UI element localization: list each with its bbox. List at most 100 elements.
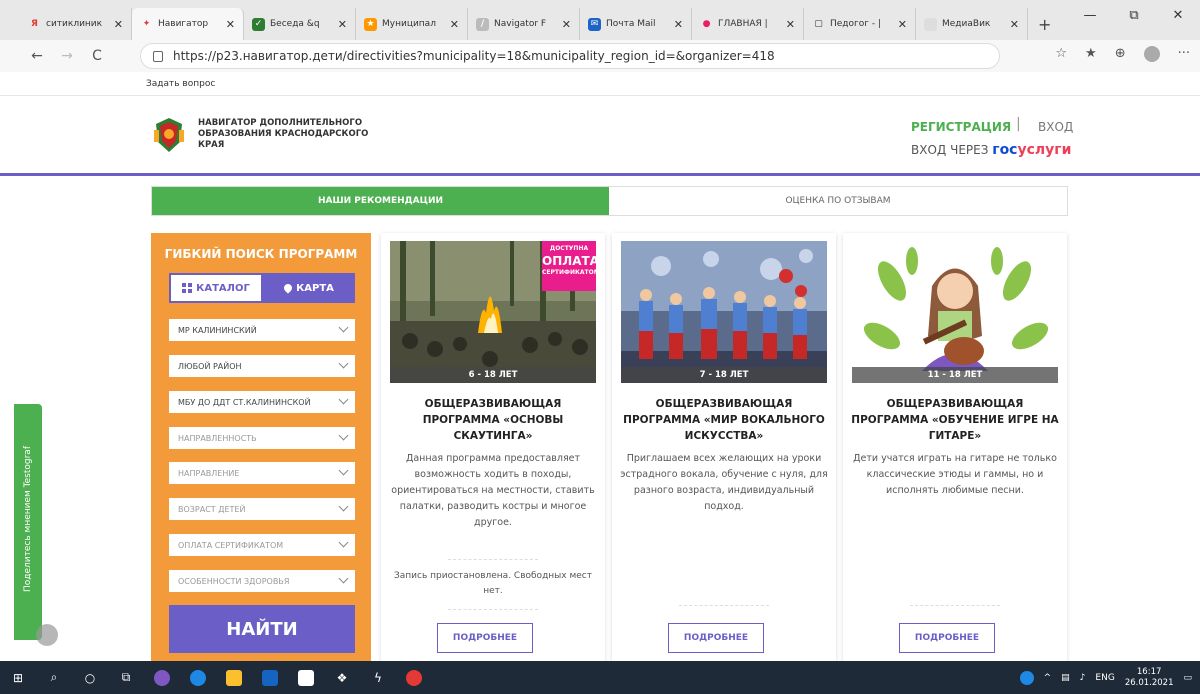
organizer-select[interactable]: МБУ ДО ДДТ СТ.КАЛИНИНСКОЙ xyxy=(169,391,355,413)
focus-select[interactable]: НАПРАВЛЕННОСТЬ xyxy=(169,427,355,449)
minimize-button[interactable]: — xyxy=(1068,8,1112,23)
maximize-button[interactable]: ⧉ xyxy=(1112,8,1156,23)
edge-icon[interactable] xyxy=(180,661,216,694)
map-pin-icon xyxy=(282,282,294,294)
yandex-icon[interactable] xyxy=(396,661,432,694)
task-view-icon[interactable]: ⧉ xyxy=(108,661,144,694)
lightning-icon[interactable]: ϟ xyxy=(360,661,396,694)
browser-tab[interactable]: / Navigator F ✕ xyxy=(468,8,580,40)
browser-tab[interactable]: ★ Муниципал ✕ xyxy=(356,8,468,40)
help-icon[interactable] xyxy=(1019,670,1034,685)
tab-recommendations[interactable]: НАШИ РЕКОМЕНДАЦИИ xyxy=(152,187,609,215)
divider xyxy=(910,605,1000,609)
browser-tab[interactable]: ▢ Педогог - | ✕ xyxy=(804,8,916,40)
clock[interactable]: 16:17 26.01.2021 xyxy=(1125,667,1174,689)
cortana-icon[interactable]: ○ xyxy=(72,661,108,694)
program-description: Данная программа предоставляет возможнос… xyxy=(391,453,595,528)
address-bar: ← → C https://p23.навигатор.дети/directi… xyxy=(0,40,1200,72)
find-button[interactable]: НАЙТИ xyxy=(169,605,355,653)
details-button[interactable]: ПОДРОБНЕЕ xyxy=(437,623,533,653)
read-aloud-icon[interactable]: ☆ xyxy=(1055,46,1067,62)
details-button[interactable]: ПОДРОБНЕЕ xyxy=(899,623,995,653)
new-tab-button[interactable]: + xyxy=(1028,8,1061,40)
separator: | xyxy=(1016,116,1021,132)
program-card: 11 - 18 ЛЕТ ОБЩЕРАЗВИВАЮЩАЯ ПРОГРАММА «О… xyxy=(843,233,1067,661)
close-icon[interactable]: ✕ xyxy=(226,18,235,31)
lock-icon xyxy=(153,50,163,62)
collections-icon[interactable]: ⊕ xyxy=(1115,46,1126,62)
chevron-down-icon xyxy=(338,430,349,441)
program-card: 7 - 18 ЛЕТ ОБЩЕРАЗВИВАЮЩАЯ ПРОГРАММА «МИ… xyxy=(612,233,836,661)
windows-start-icon[interactable]: ⊞ xyxy=(0,661,36,694)
site-brand[interactable]: НАВИГАТОР ДОПОЛНИТЕЛЬНОГО ОБРАЗОВАНИЯ КР… xyxy=(198,118,388,151)
close-icon[interactable]: ✕ xyxy=(786,18,795,31)
tab-favicon-icon: ✉ xyxy=(588,17,601,31)
gosuslugi-login-link[interactable]: ВХОД ЧЕРЕЗ госуслуги xyxy=(911,142,1071,158)
dropbox-icon[interactable]: ❖ xyxy=(324,661,360,694)
program-photo[interactable]: 11 - 18 ЛЕТ xyxy=(852,241,1058,383)
login-link[interactable]: ВХОД xyxy=(1038,120,1073,134)
search-icon[interactable]: ⌕ xyxy=(36,661,72,694)
close-window-button[interactable]: ✕ xyxy=(1156,8,1200,23)
chevron-down-icon xyxy=(338,573,349,584)
volume-icon[interactable]: ♪ xyxy=(1080,673,1086,683)
register-link[interactable]: РЕГИСТРАЦИЯ xyxy=(911,120,1011,134)
close-icon[interactable]: ✕ xyxy=(562,18,571,31)
view-switch: КАТАЛОГ КАРТА xyxy=(169,273,355,303)
close-icon[interactable]: ✕ xyxy=(898,18,907,31)
close-icon[interactable]: ✕ xyxy=(450,18,459,31)
program-photo[interactable]: ДОСТУПНА ОПЛАТА СЕРТИФИКАТОМ 6 - 18 ЛЕТ xyxy=(390,241,596,383)
amazon-icon[interactable] xyxy=(288,661,324,694)
avatar[interactable] xyxy=(1143,46,1160,62)
tab-favicon-icon: ● xyxy=(702,19,711,29)
mail-icon[interactable] xyxy=(252,661,288,694)
browser-tab[interactable]: ● ГЛАВНАЯ | ✕ xyxy=(692,8,804,40)
chevron-up-icon[interactable]: ^ xyxy=(1044,673,1052,683)
reload-button[interactable]: C xyxy=(82,48,112,64)
network-icon[interactable]: ▤ xyxy=(1061,673,1070,683)
ask-question-link[interactable]: Задать вопрос xyxy=(146,79,215,89)
close-icon[interactable]: ✕ xyxy=(114,18,123,31)
scroll-circle-icon[interactable] xyxy=(36,624,58,646)
url-field[interactable]: https://p23.навигатор.дети/directivities… xyxy=(140,43,1000,69)
more-icon[interactable]: ··· xyxy=(1178,46,1190,62)
chevron-down-icon xyxy=(338,358,349,369)
browser-tab[interactable]: Яситиклиник ✕ xyxy=(20,8,132,40)
map-button[interactable]: КАРТА xyxy=(263,273,355,303)
testograf-widget[interactable]: Поделитесь мнением Testograf xyxy=(14,404,42,640)
program-photo[interactable]: 7 - 18 ЛЕТ xyxy=(621,241,827,383)
municipality-select[interactable]: МР КАЛИНИНСКИЙ xyxy=(169,319,355,341)
age-select[interactable]: ВОЗРАСТ ДЕТЕЙ xyxy=(169,498,355,520)
search-panel-title: ГИБКИЙ ПОИСК ПРОГРАММ xyxy=(164,247,358,261)
tab-reviews[interactable]: ОЦЕНКА ПО ОТЗЫВАМ xyxy=(609,187,1067,215)
certificate-select[interactable]: ОПЛАТА СЕРТИФИКАТОМ xyxy=(169,534,355,556)
back-button[interactable]: ← xyxy=(22,48,52,64)
search-panel: ГИБКИЙ ПОИСК ПРОГРАММ КАТАЛОГ КАРТА МР К… xyxy=(151,233,371,661)
divider xyxy=(679,605,769,609)
notifications-icon[interactable]: ▭ xyxy=(1183,673,1192,683)
browser-tab[interactable]: ✦ Навигатор ✕ xyxy=(132,8,244,40)
direction-select[interactable]: НАПРАВЛЕНИЕ xyxy=(169,462,355,484)
lang-indicator[interactable]: ENG xyxy=(1095,673,1114,683)
site-header: НАВИГАТОР ДОПОЛНИТЕЛЬНОГО ОБРАЗОВАНИЯ КР… xyxy=(0,96,1200,176)
details-button[interactable]: ПОДРОБНЕЕ xyxy=(668,623,764,653)
close-icon[interactable]: ✕ xyxy=(1010,18,1019,31)
coat-of-arms-icon[interactable] xyxy=(152,116,186,154)
close-icon[interactable]: ✕ xyxy=(674,18,683,31)
taskbar: ⊞ ⌕ ○ ⧉ ❖ ϟ ^ ▤ ♪ ENG 16:17 26.01.2021 ▭ xyxy=(0,661,1200,694)
tab-favicon-icon: ★ xyxy=(364,17,377,31)
program-title[interactable]: ОБЩЕРАЗВИВАЮЩАЯ ПРОГРАММА «ОБУЧЕНИЕ ИГРЕ… xyxy=(851,396,1059,444)
forward-button[interactable]: → xyxy=(52,48,82,64)
health-select[interactable]: ОСОБЕННОСТИ ЗДОРОВЬЯ xyxy=(169,570,355,592)
catalog-button[interactable]: КАТАЛОГ xyxy=(169,273,263,303)
program-title[interactable]: ОБЩЕРАЗВИВАЮЩАЯ ПРОГРАММА «МИР ВОКАЛЬНОГ… xyxy=(620,396,828,444)
file-explorer-icon[interactable] xyxy=(216,661,252,694)
browser-tab[interactable]: МедиаВик ✕ xyxy=(916,8,1028,40)
favorites-icon[interactable]: ★ xyxy=(1085,46,1097,62)
program-title[interactable]: ОБЩЕРАЗВИВАЮЩАЯ ПРОГРАММА «ОСНОВЫ СКАУТИ… xyxy=(389,396,597,444)
close-icon[interactable]: ✕ xyxy=(338,18,347,31)
app-icon[interactable] xyxy=(144,661,180,694)
browser-tab[interactable]: ✓ Беседа &q ✕ xyxy=(244,8,356,40)
district-select[interactable]: ЛЮБОЙ РАЙОН xyxy=(169,355,355,377)
browser-tab[interactable]: ✉ Почта Mail ✕ xyxy=(580,8,692,40)
